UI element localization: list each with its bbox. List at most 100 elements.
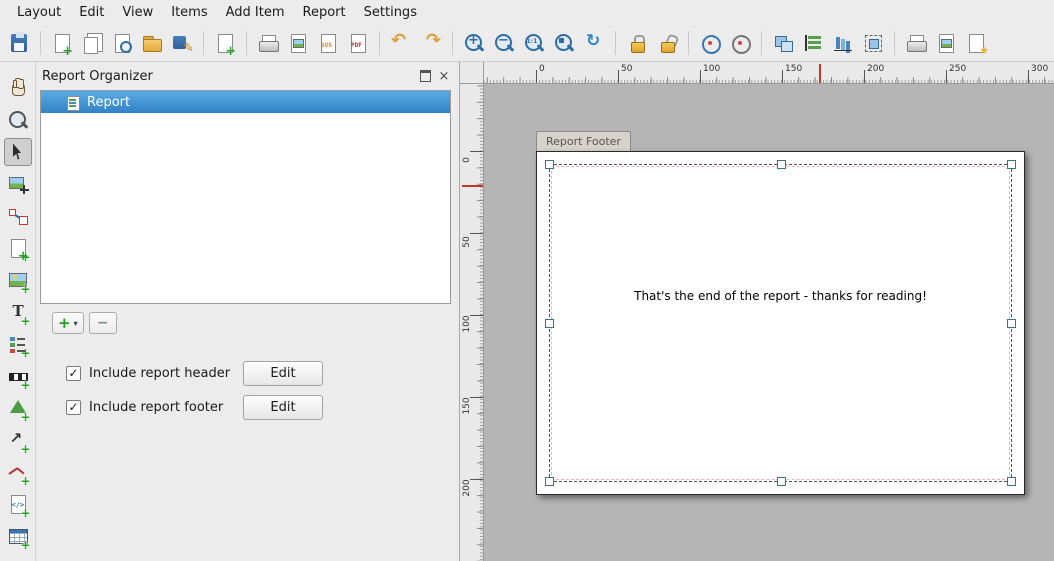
redo-button[interactable] — [417, 29, 445, 57]
add-page-button[interactable] — [4, 234, 32, 262]
zoom-full-button[interactable] — [550, 29, 578, 57]
print-report-button[interactable] — [902, 29, 930, 57]
include-report-footer-edit-button[interactable]: Edit — [243, 395, 323, 420]
export-svg-button[interactable] — [314, 29, 342, 57]
add-label-button[interactable] — [4, 298, 32, 326]
item-toolbox — [0, 62, 36, 561]
add-shape-button[interactable] — [4, 394, 32, 422]
layout-canvas: 050100150200250300 050100150200 Report F… — [460, 62, 1054, 561]
add-html-button[interactable] — [4, 490, 32, 518]
distribute-items-button[interactable] — [829, 29, 857, 57]
add-attribute-table-button[interactable] — [4, 522, 32, 550]
add-pages-icon — [214, 32, 236, 54]
report-page[interactable]: That's the end of the report - thanks fo… — [536, 151, 1025, 495]
save-as-template-button[interactable] — [168, 29, 196, 57]
add-picture-icon — [7, 269, 29, 291]
group-items-button[interactable] — [769, 29, 797, 57]
selection-handle-br[interactable] — [1007, 477, 1016, 486]
move-content-button[interactable] — [4, 170, 32, 198]
undo-button[interactable] — [387, 29, 415, 57]
report-settings-button[interactable] — [962, 29, 990, 57]
distribute-items-icon — [832, 32, 854, 54]
zoom-actual-button[interactable] — [520, 29, 548, 57]
add-picture-button[interactable] — [4, 266, 32, 294]
layout-manager-button[interactable] — [108, 29, 136, 57]
remove-section-button[interactable] — [89, 312, 117, 334]
include-report-header-edit-button[interactable]: Edit — [243, 361, 323, 386]
main-toolbar — [0, 25, 1054, 62]
zoom-full-icon — [553, 32, 575, 54]
selection-handle-tm[interactable] — [777, 160, 786, 169]
save-project-button[interactable] — [5, 29, 33, 57]
add-legend-button[interactable] — [4, 330, 32, 358]
export-image-button[interactable] — [284, 29, 312, 57]
dock-close-button[interactable] — [437, 69, 451, 83]
zoom-in-button[interactable] — [460, 29, 488, 57]
add-scalebar-button[interactable] — [4, 362, 32, 390]
toolbar-separator — [203, 31, 204, 55]
pan-button[interactable] — [4, 74, 32, 102]
report-tree[interactable]: Report — [40, 90, 451, 304]
menubar: LayoutEditViewItemsAdd ItemReportSetting… — [0, 0, 1054, 25]
report-organizer-panel: Report Organizer Report Include report h… — [36, 62, 460, 561]
footer-label-text: That's the end of the report - thanks fo… — [537, 289, 1024, 303]
menu-items[interactable]: Items — [162, 2, 216, 23]
add-plus-badge — [20, 475, 30, 487]
export-pdf-button[interactable] — [344, 29, 372, 57]
align-items-button[interactable] — [799, 29, 827, 57]
edit-nodes-button[interactable] — [4, 202, 32, 230]
snap-guides-button[interactable] — [726, 29, 754, 57]
menu-add-item[interactable]: Add Item — [217, 2, 294, 23]
dock-float-button[interactable] — [418, 69, 432, 83]
add-pages-button[interactable] — [211, 29, 239, 57]
zoom-button[interactable] — [4, 106, 32, 134]
h-ruler-label: 150 — [785, 64, 802, 74]
selection-handle-mr[interactable] — [1007, 319, 1016, 328]
zoom-out-button[interactable] — [490, 29, 518, 57]
unlock-items-button[interactable] — [653, 29, 681, 57]
add-section-button[interactable] — [52, 312, 84, 334]
menu-edit[interactable]: Edit — [70, 2, 113, 23]
h-ruler-label: 250 — [949, 64, 966, 74]
lock-items-button[interactable] — [623, 29, 651, 57]
menu-report[interactable]: Report — [294, 2, 355, 23]
add-node-item-button[interactable] — [4, 458, 32, 486]
include-report-footer-checkbox[interactable] — [66, 400, 81, 415]
h-ruler-label: 100 — [703, 64, 720, 74]
duplicate-layout-button[interactable] — [78, 29, 106, 57]
add-arrow-button[interactable] — [4, 426, 32, 454]
selection-handle-bl[interactable] — [545, 477, 554, 486]
main-area: Report Organizer Report Include report h… — [0, 62, 1054, 561]
export-report-image-button[interactable] — [932, 29, 960, 57]
selected-item-frame[interactable] — [549, 164, 1012, 482]
cursor-marker-v — [462, 185, 483, 187]
menu-settings[interactable]: Settings — [355, 2, 426, 23]
snap-guides-icon — [729, 32, 751, 54]
selection-handle-tl[interactable] — [545, 160, 554, 169]
menu-view[interactable]: View — [113, 2, 162, 23]
menu-layout[interactable]: Layout — [8, 2, 70, 23]
select-move-item-button[interactable] — [4, 138, 32, 166]
save-project-icon — [8, 32, 30, 54]
new-layout-button[interactable] — [48, 29, 76, 57]
add-plus-badge — [20, 315, 30, 327]
snap-grid-button[interactable] — [696, 29, 724, 57]
open-template-button[interactable] — [138, 29, 166, 57]
include-report-header-checkbox[interactable] — [66, 366, 81, 381]
refresh-view-button[interactable] — [580, 29, 608, 57]
undo-icon — [390, 32, 412, 54]
add-node-item-icon — [7, 461, 29, 483]
selection-handle-bm[interactable] — [777, 477, 786, 486]
h-ruler-label: 50 — [621, 64, 632, 74]
page-viewport[interactable]: Report Footer That's the end of the repo… — [484, 84, 1054, 561]
print-icon — [257, 32, 279, 54]
layout-manager-icon — [111, 32, 133, 54]
selection-handle-ml[interactable] — [545, 319, 554, 328]
tree-item-report[interactable]: Report — [41, 91, 450, 113]
add-plus-badge — [20, 507, 30, 519]
resize-items-button[interactable] — [859, 29, 887, 57]
add-plus-badge — [20, 283, 30, 295]
add-plus-badge — [20, 443, 30, 455]
print-button[interactable] — [254, 29, 282, 57]
selection-handle-tr[interactable] — [1007, 160, 1016, 169]
